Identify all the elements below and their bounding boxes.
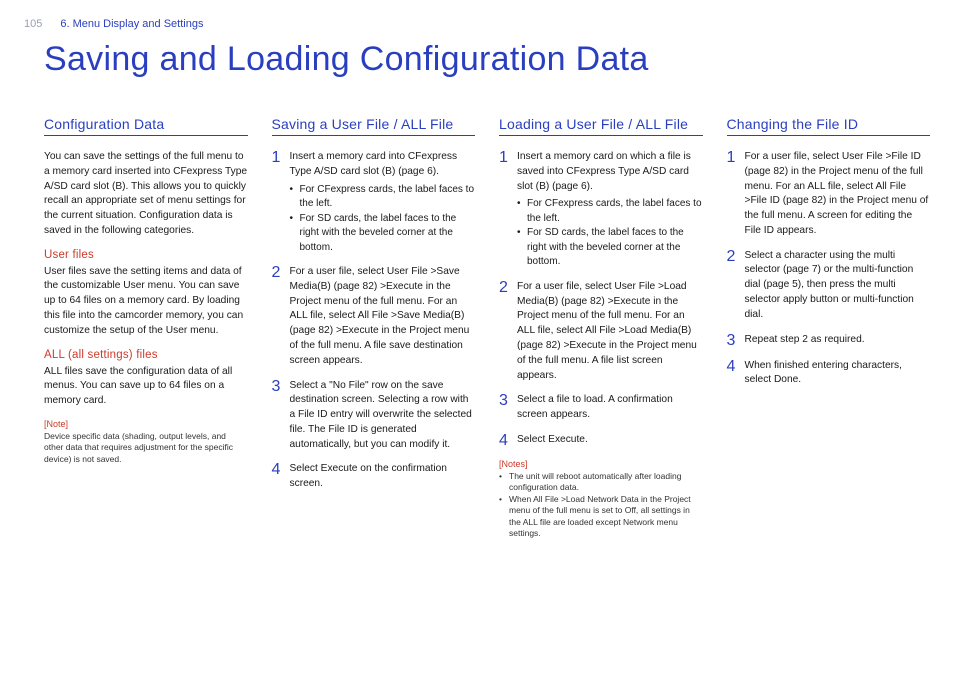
- step-body: Insert a memory card on which a file is …: [517, 150, 703, 270]
- subsection-user-files: User files: [44, 249, 248, 261]
- step-body: When finished entering characters, selec…: [745, 359, 931, 389]
- page-title: Saving and Loading Configuration Data: [44, 40, 649, 79]
- note-body: Device specific data (shading, output le…: [44, 431, 248, 465]
- step: 3 Select a file to load. A confirmation s…: [499, 393, 703, 423]
- step-body: For a user file, select User File >Load …: [517, 280, 703, 383]
- step-body: Select a character using the multi selec…: [745, 249, 931, 323]
- breadcrumb: 6. Menu Display and Settings: [60, 18, 203, 30]
- list-item: For SD cards, the label faces to the rig…: [517, 226, 703, 270]
- step-number: 3: [272, 379, 282, 453]
- all-files-body: ALL files save the configuration data of…: [44, 365, 248, 409]
- config-intro: You can save the settings of the full me…: [44, 150, 248, 239]
- section-heading-saving: Saving a User File / ALL File: [272, 116, 476, 136]
- step-body: Insert a memory card into CFexpress Type…: [290, 150, 476, 255]
- user-files-body: User files save the setting items and da…: [44, 265, 248, 339]
- step: 4 When finished entering characters, sele…: [727, 359, 931, 389]
- step-number: 1: [272, 150, 282, 255]
- section-heading-file-id: Changing the File ID: [727, 116, 931, 136]
- steps-file-id: 1For a user file, select User File >File…: [727, 150, 931, 388]
- section-heading-loading: Loading a User File / ALL File: [499, 116, 703, 136]
- step: 3Select a "No File" row on the save dest…: [272, 379, 476, 453]
- page-header: 105 6. Menu Display and Settings: [0, 18, 954, 30]
- step-number: 1: [727, 150, 737, 239]
- content-columns: Configuration Data You can save the sett…: [44, 116, 930, 655]
- step: 1Insert a memory card on which a file is…: [499, 150, 703, 270]
- section-heading-config: Configuration Data: [44, 116, 248, 136]
- step-number: 1: [499, 150, 509, 270]
- list-item: The unit will reboot automatically after…: [499, 471, 703, 494]
- step-number: 3: [727, 333, 737, 349]
- step-body: Repeat step 2 as required.: [745, 333, 865, 349]
- step: 2For a user file, select User File >Save…: [272, 265, 476, 368]
- step: 1Insert a memory card into CFexpress Typ…: [272, 150, 476, 255]
- step-number: 2: [272, 265, 282, 368]
- step-number: 4: [727, 359, 737, 389]
- step: 1For a user file, select User File >File…: [727, 150, 931, 239]
- notes-list: The unit will reboot automatically after…: [499, 471, 703, 540]
- step-body: Select Execute on the confirmation scree…: [290, 462, 476, 492]
- list-item: For CFexpress cards, the label faces to …: [290, 183, 476, 212]
- col-saving: Saving a User File / ALL File 1Insert a …: [272, 116, 476, 655]
- step: 2For a user file, select User File >Load…: [499, 280, 703, 383]
- page-number: 105: [24, 18, 42, 30]
- step-body: For a user file, select User File >Save …: [290, 265, 476, 368]
- step: 4 Select Execute on the confirmation scre…: [272, 462, 476, 492]
- steps-saving: 1Insert a memory card into CFexpress Typ…: [272, 150, 476, 492]
- step-number: 4: [499, 433, 509, 449]
- step-number: 2: [499, 280, 509, 383]
- note-label: [Note]: [44, 419, 248, 429]
- step: 3 Repeat step 2 as required.: [727, 333, 931, 349]
- step-bullets: For CFexpress cards, the label faces to …: [517, 197, 703, 270]
- step: 2Select a character using the multi sele…: [727, 249, 931, 323]
- col-file-id: Changing the File ID 1For a user file, s…: [727, 116, 931, 655]
- step-body: Select Execute.: [517, 433, 588, 449]
- step-body: Select a "No File" row on the save desti…: [290, 379, 476, 453]
- steps-loading: 1Insert a memory card on which a file is…: [499, 150, 703, 449]
- step-body: For a user file, select User File >File …: [745, 150, 931, 239]
- list-item: For CFexpress cards, the label faces to …: [517, 197, 703, 226]
- step-bullets: For CFexpress cards, the label faces to …: [290, 183, 476, 256]
- subsection-all-files: ALL (all settings) files: [44, 349, 248, 361]
- step-number: 4: [272, 462, 282, 492]
- col-loading: Loading a User File / ALL File 1Insert a…: [499, 116, 703, 655]
- list-item: For SD cards, the label faces to the rig…: [290, 212, 476, 256]
- step-number: 2: [727, 249, 737, 323]
- list-item: When All File >Load Network Data in the …: [499, 494, 703, 540]
- step: 4 Select Execute.: [499, 433, 703, 449]
- step-number: 3: [499, 393, 509, 423]
- notes-label: [Notes]: [499, 459, 703, 469]
- step-body: Select a file to load. A confirmation sc…: [517, 393, 703, 423]
- col-config-data: Configuration Data You can save the sett…: [44, 116, 248, 655]
